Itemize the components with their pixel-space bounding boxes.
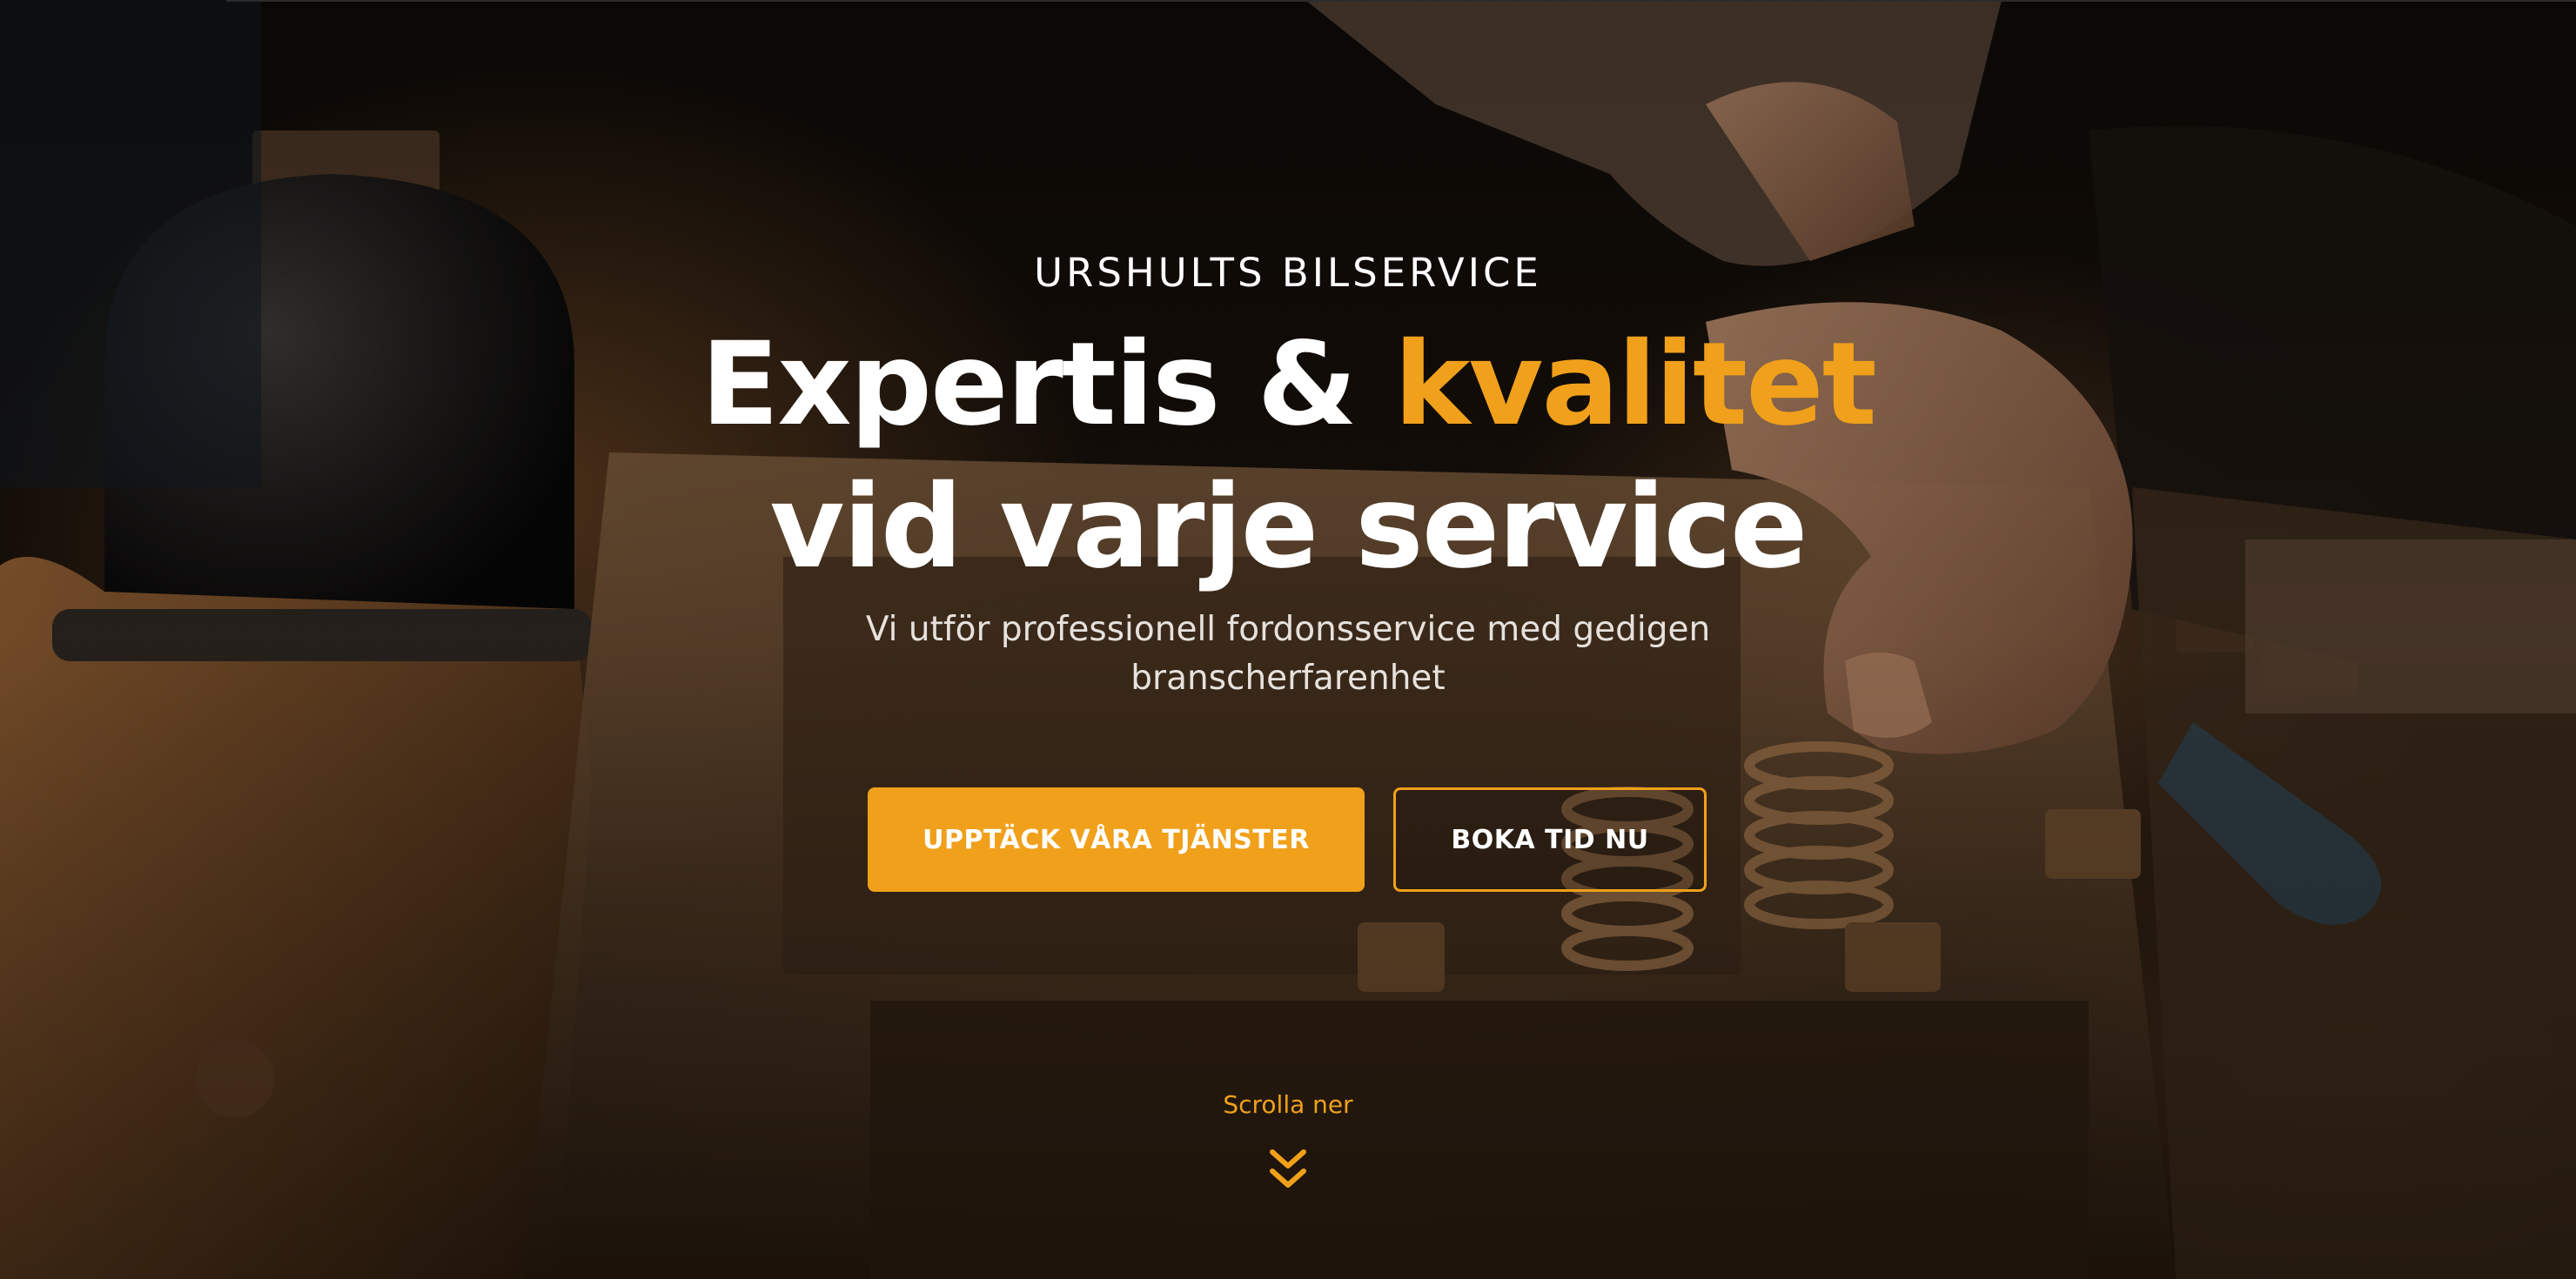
discover-services-button[interactable]: UPPTÄCK VÅRA TJÄNSTER (868, 787, 1365, 892)
hero-section: URSHULTS BILSERVICE Expertis & kvalitet … (0, 0, 2576, 1279)
hero-headline: Expertis & kvalitet vid varje service (0, 313, 2576, 599)
headline-line2: vid varje service (769, 460, 1808, 594)
brand-name: URSHULTS BILSERVICE (1034, 250, 1542, 296)
headline-text: Expertis & (701, 318, 1394, 452)
hero-content: URSHULTS BILSERVICE Expertis & kvalitet … (0, 0, 2576, 1279)
book-now-button[interactable]: BOKA TID NU (1393, 787, 1707, 892)
double-chevron-down-icon[interactable] (1267, 1147, 1309, 1195)
scroll-down-label[interactable]: Scrolla ner (0, 1089, 2576, 1121)
headline-accent: kvalitet (1393, 318, 1877, 452)
hero-subtitle: Vi utför professionell fordonsservice me… (865, 610, 1711, 698)
